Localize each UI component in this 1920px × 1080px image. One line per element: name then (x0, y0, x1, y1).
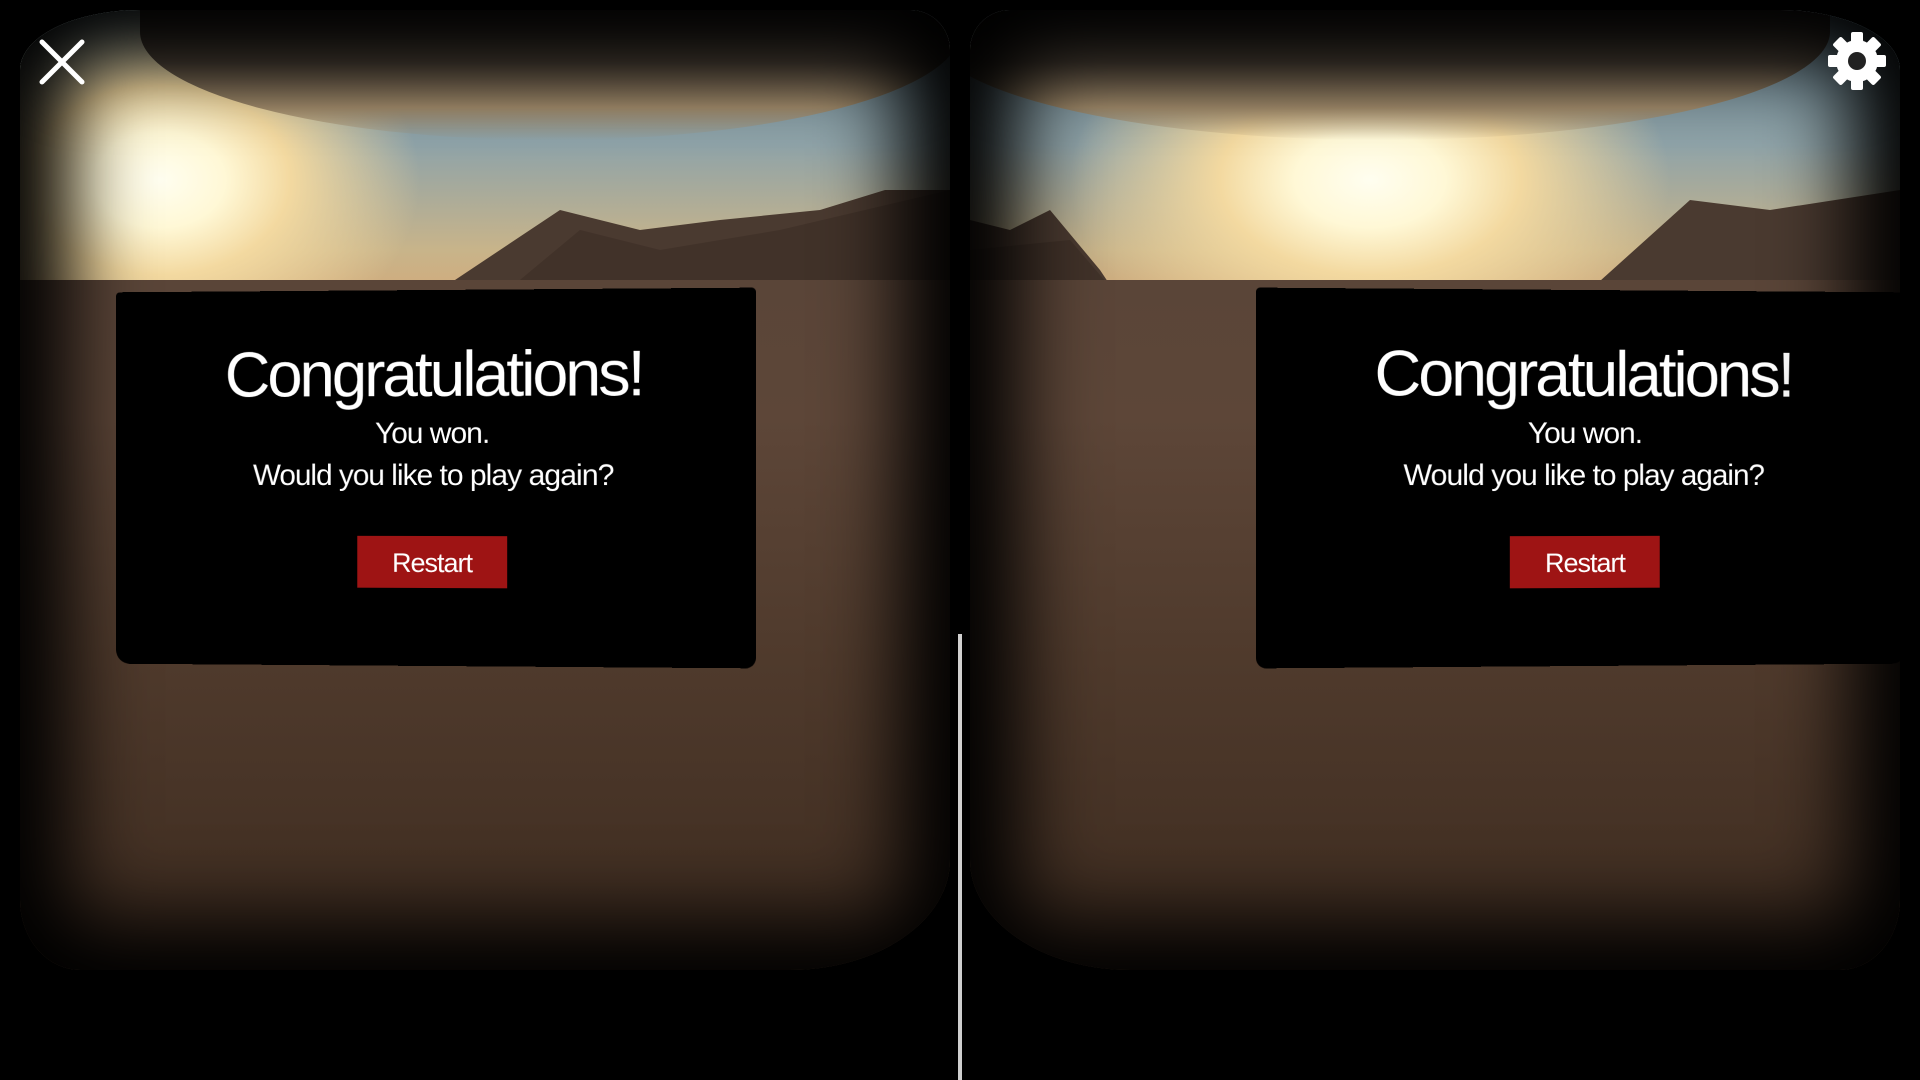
dialog-title: Congratulations! (116, 336, 756, 411)
left-eye-viewport: Congratulations! You won. Would you like… (0, 0, 960, 1080)
dialog-message-line2: Would you like to play again? (116, 458, 756, 494)
right-eye-viewport: Congratulations! You won. Would you like… (960, 0, 1920, 1080)
restart-button[interactable]: Restart (1510, 536, 1660, 588)
eye-divider-line (958, 634, 962, 1080)
left-eye-scene: Congratulations! You won. Would you like… (20, 10, 950, 970)
dialog-title: Congratulations! (1256, 336, 1900, 411)
win-dialog: Congratulations! You won. Would you like… (116, 288, 756, 669)
restart-button[interactable]: Restart (357, 536, 507, 588)
win-dialog: Congratulations! You won. Would you like… (1256, 288, 1900, 669)
dialog-message-line1: You won. (116, 415, 756, 452)
dialog-message-line1: You won. (1256, 415, 1900, 452)
right-eye-scene: Congratulations! You won. Would you like… (970, 10, 1900, 970)
vr-stereo-view: Congratulations! You won. Would you like… (0, 0, 1920, 1080)
dialog-message-line2: Would you like to play again? (1256, 458, 1900, 494)
close-icon[interactable] (36, 36, 88, 88)
gear-icon[interactable] (1826, 30, 1888, 92)
